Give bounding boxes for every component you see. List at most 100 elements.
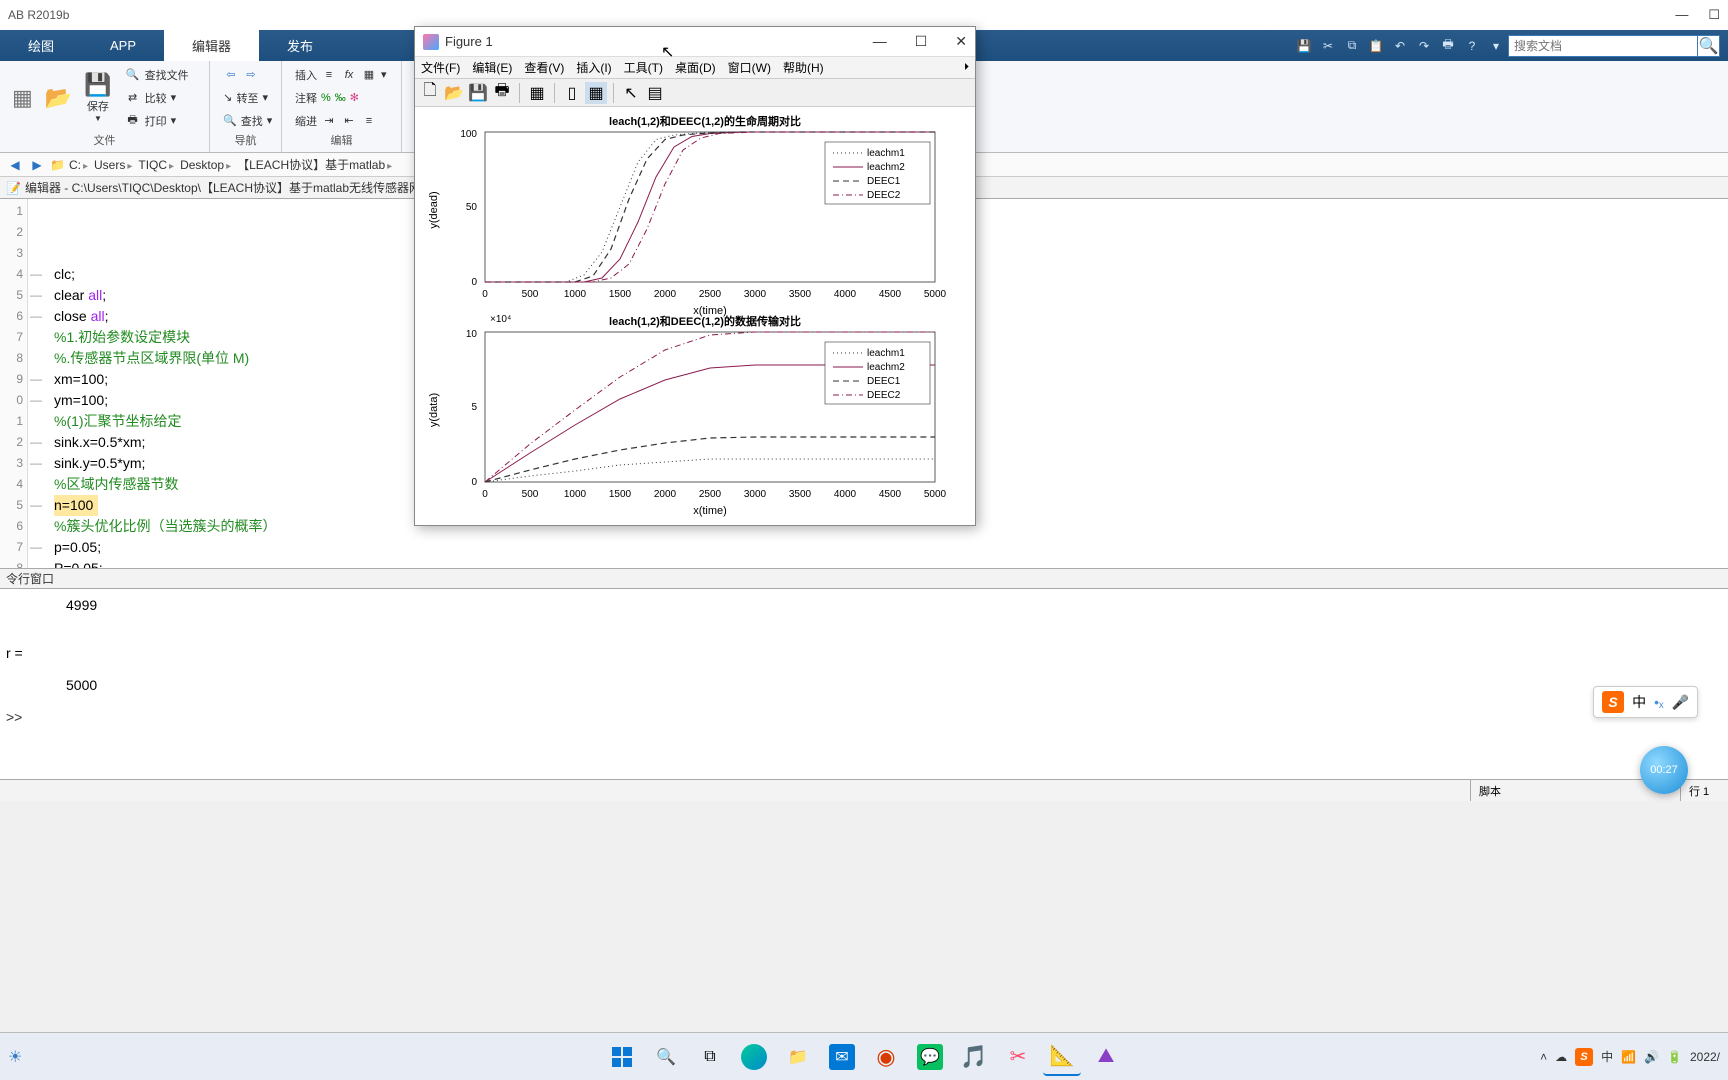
- tray-sogou-icon[interactable]: S: [1575, 1048, 1593, 1066]
- search-taskbar-icon[interactable]: 🔍: [647, 1038, 685, 1076]
- crumb-leach[interactable]: 【LEACH协议】基于matlab: [237, 156, 394, 173]
- colorbar-icon[interactable]: ▦: [585, 82, 607, 104]
- app-purple-icon[interactable]: ⛰: [1087, 1038, 1125, 1076]
- open-file-button[interactable]: 📂: [39, 63, 78, 132]
- comment-button[interactable]: 注释 % ‰ ✻: [292, 89, 391, 107]
- search-input[interactable]: [1508, 35, 1698, 57]
- ime-voice-icon[interactable]: 🎤: [1672, 694, 1689, 711]
- undo-icon[interactable]: ↶: [1388, 34, 1412, 58]
- status-line: 行 1: [1680, 780, 1728, 801]
- insert-button[interactable]: 插入 ≡ fx ▦▾: [292, 66, 391, 84]
- save-button[interactable]: 💾保存▼: [78, 63, 117, 132]
- menu-file[interactable]: 文件(F): [421, 59, 460, 76]
- back-arrow-icon[interactable]: ◀: [6, 156, 24, 174]
- compare-button[interactable]: ⇄比较 ▾: [122, 89, 192, 107]
- print-icon[interactable]: 🖶: [1436, 34, 1460, 58]
- menu-help[interactable]: 帮助(H): [783, 59, 824, 76]
- tray-clock[interactable]: 2022/: [1690, 1050, 1720, 1064]
- find-files-button[interactable]: 🔍查找文件: [122, 66, 192, 84]
- tab-app[interactable]: APP: [82, 30, 164, 61]
- weather-icon[interactable]: ☀: [8, 1047, 22, 1067]
- forward-arrow-icon[interactable]: ▶: [28, 156, 46, 174]
- figure-window[interactable]: Figure 1 — ☐ ✕ 文件(F) 编辑(E) 查看(V) 插入(I) 工…: [414, 26, 976, 526]
- search-icon[interactable]: 🔍: [1698, 35, 1720, 57]
- save-icon[interactable]: 💾: [1292, 34, 1316, 58]
- explorer-icon[interactable]: 📁: [779, 1038, 817, 1076]
- tab-plot[interactable]: 绘图: [0, 30, 82, 61]
- taskbar: ☀ 🔍 ⧉ 📁 ✉ ◉ 💬 🎵 ✂ 📐 ⛰ ˄ ☁ S 中 📶 🔊 🔋 2022…: [0, 1032, 1728, 1080]
- svg-text:0: 0: [471, 477, 477, 488]
- crumb-c[interactable]: C:: [69, 158, 90, 172]
- save-figure-icon[interactable]: 💾: [467, 82, 489, 104]
- tray-volume-icon[interactable]: 🔊: [1644, 1050, 1659, 1064]
- svg-text:2500: 2500: [699, 489, 722, 500]
- svg-text:×10⁴: ×10⁴: [490, 314, 511, 325]
- edge-icon[interactable]: [735, 1038, 773, 1076]
- taskview-icon[interactable]: ⧉: [691, 1038, 729, 1076]
- svg-text:y(data): y(data): [428, 393, 440, 427]
- cut-icon[interactable]: ✂: [1316, 34, 1340, 58]
- ime-symbol-icon[interactable]: •ₓ: [1654, 694, 1664, 710]
- figure-minimize-button[interactable]: —: [873, 33, 887, 50]
- data-cursor-icon[interactable]: ▦: [526, 82, 548, 104]
- nav-back-button[interactable]: ⇦⇨: [220, 66, 271, 84]
- inspector-icon[interactable]: ▤: [644, 82, 666, 104]
- ime-toolbar[interactable]: S 中 •ₓ 🎤: [1593, 686, 1698, 718]
- new-file-button[interactable]: ▦: [6, 63, 39, 132]
- menu-view[interactable]: 查看(V): [524, 59, 564, 76]
- tab-editor[interactable]: 编辑器: [164, 30, 259, 61]
- paste-icon[interactable]: 📋: [1364, 34, 1388, 58]
- menu-insert[interactable]: 插入(I): [576, 59, 611, 76]
- svg-text:5000: 5000: [924, 289, 947, 300]
- menu-desktop[interactable]: 桌面(D): [675, 59, 716, 76]
- crumb-desktop[interactable]: Desktop: [180, 158, 233, 172]
- cmd-output-2: 5000: [6, 677, 1722, 693]
- folder-up-icon[interactable]: 📁: [50, 158, 65, 172]
- menu-tools[interactable]: 工具(T): [624, 59, 663, 76]
- svg-text:leach(1,2)和DEEC(1,2)的生命周期对比: leach(1,2)和DEEC(1,2)的生命周期对比: [609, 114, 801, 128]
- open-figure-icon[interactable]: 📂: [443, 82, 465, 104]
- tray-chevron-icon[interactable]: ˄: [1540, 1050, 1547, 1064]
- find-button[interactable]: 🔍查找 ▾: [220, 112, 271, 130]
- minimize-button[interactable]: —: [1675, 7, 1688, 23]
- new-figure-icon[interactable]: 🗋: [419, 82, 441, 104]
- print-button[interactable]: 🖶打印 ▾: [122, 112, 192, 130]
- ime-lang[interactable]: 中: [1632, 692, 1646, 712]
- snip-icon[interactable]: ✂: [999, 1038, 1037, 1076]
- tray-lang[interactable]: 中: [1601, 1048, 1613, 1065]
- menu-window[interactable]: 窗口(W): [728, 59, 771, 76]
- dropdown-icon[interactable]: ▾: [1484, 34, 1508, 58]
- svg-text:1500: 1500: [609, 289, 632, 300]
- svg-text:1000: 1000: [564, 489, 587, 500]
- link-icon[interactable]: ▯: [561, 82, 583, 104]
- figure-title: Figure 1: [445, 34, 493, 49]
- tab-publish[interactable]: 发布: [259, 30, 341, 61]
- tray-wifi-icon[interactable]: 📶: [1621, 1050, 1636, 1064]
- help-icon[interactable]: ?: [1460, 34, 1484, 58]
- figure-titlebar[interactable]: Figure 1 — ☐ ✕: [415, 27, 975, 57]
- menu-edit[interactable]: 编辑(E): [472, 59, 512, 76]
- tray-battery-icon[interactable]: 🔋: [1667, 1050, 1682, 1064]
- figure-maximize-button[interactable]: ☐: [915, 33, 928, 50]
- mail-icon[interactable]: ✉: [823, 1038, 861, 1076]
- redo-icon[interactable]: ↷: [1412, 34, 1436, 58]
- figure-close-button[interactable]: ✕: [955, 33, 967, 50]
- crumb-tiqc[interactable]: TIQC: [138, 158, 176, 172]
- command-window[interactable]: 4999 r = 5000 >>: [0, 589, 1728, 779]
- app-title: AB R2019b: [8, 8, 69, 22]
- start-button[interactable]: [603, 1038, 641, 1076]
- wechat-icon[interactable]: 💬: [911, 1038, 949, 1076]
- pointer-icon[interactable]: ↖: [620, 82, 642, 104]
- timer-overlay[interactable]: 00:27: [1640, 746, 1688, 794]
- goto-button[interactable]: ↘转至 ▾: [220, 89, 271, 107]
- maximize-button[interactable]: ☐: [1708, 7, 1720, 23]
- crumb-users[interactable]: Users: [94, 158, 134, 172]
- copy-icon[interactable]: ⧉: [1340, 34, 1364, 58]
- menu-overflow-icon[interactable]: ⏵: [964, 62, 969, 73]
- matlab-taskbar-icon[interactable]: 📐: [1043, 1038, 1081, 1076]
- office-icon[interactable]: ◉: [867, 1038, 905, 1076]
- print-figure-icon[interactable]: 🖶: [491, 82, 513, 104]
- indent-button[interactable]: 缩进 ⇥ ⇤ ≡: [292, 112, 391, 130]
- qqmusic-icon[interactable]: 🎵: [955, 1038, 993, 1076]
- tray-onedrive-icon[interactable]: ☁: [1555, 1050, 1567, 1064]
